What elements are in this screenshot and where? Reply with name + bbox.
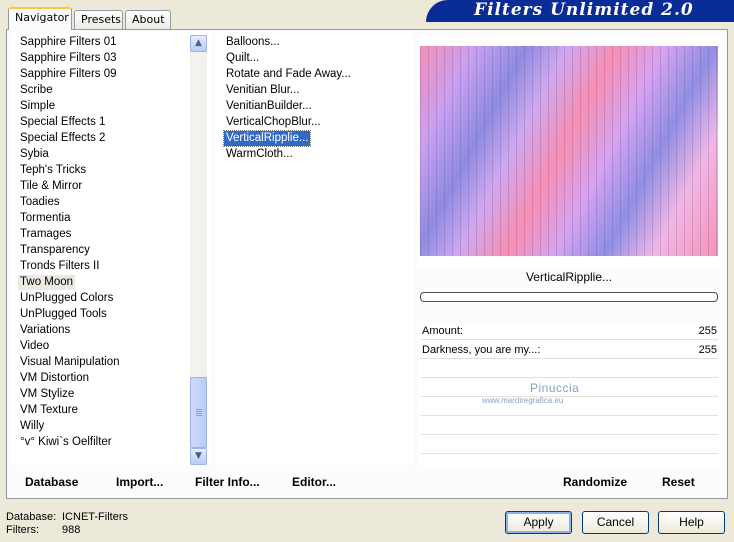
editor-button[interactable]: Editor... [292,475,336,489]
category-item[interactable]: Tramages [18,227,73,242]
scroll-up-button[interactable]: ▲ [190,35,207,52]
category-item[interactable]: Sapphire Filters 01 [18,35,119,50]
current-filter-name: VerticalRipplie... [525,270,613,284]
filters-label: Filters: [6,524,39,536]
parameter-row-empty [420,417,718,435]
tab-presets[interactable]: Presets [74,10,123,29]
filter-item[interactable]: VenitianBuilder... [224,99,314,114]
chevron-up-icon: ▲ [195,38,202,48]
category-item[interactable]: Sybia [18,147,51,162]
category-item[interactable]: Variations [18,323,72,338]
filter-info-button[interactable]: Filter Info... [195,475,260,489]
database-label: Database: [6,511,57,523]
category-item[interactable]: Special Effects 1 [18,115,107,130]
filters-count-info: Filters: 988 [6,524,80,536]
category-item-selected[interactable]: Two Moon [18,275,76,290]
parameter-row[interactable]: Amount: 255 [420,322,718,340]
filter-item[interactable]: Quilt... [224,51,261,66]
tab-about[interactable]: About [125,10,171,29]
category-item[interactable]: VM Distortion [18,371,91,386]
filter-item-selected[interactable]: VerticalRipplie... [222,130,312,147]
parameter-row-empty [420,398,718,416]
category-item[interactable]: Willy [18,419,46,434]
apply-button[interactable]: Apply [505,511,572,534]
chevron-down-icon: ▼ [195,451,202,461]
watermark-name: Pinuccia [530,381,580,395]
category-item[interactable]: UnPlugged Tools [18,307,109,322]
category-item[interactable]: Visual Manipulation [18,355,122,370]
tab-navigator[interactable]: Navigator [8,7,72,30]
category-item[interactable]: Sapphire Filters 03 [18,51,119,66]
category-item[interactable]: Scribe [18,83,55,98]
category-item[interactable]: Toadies [18,195,62,210]
database-button[interactable]: Database [25,475,78,489]
watermark-url: www.mardiregrafica.eu [482,396,564,405]
parameter-row-empty [420,360,718,378]
import-button[interactable]: Import... [116,475,163,489]
category-item[interactable]: Special Effects 2 [18,131,107,146]
parameter-value: 255 [698,344,717,356]
reset-button[interactable]: Reset [662,475,695,489]
filter-list[interactable]: Balloons... Quilt... Rotate and Fade Awa… [216,33,414,465]
parameter-label: Amount: [422,325,463,337]
database-value: ICNET-Filters [62,511,128,523]
scroll-down-button[interactable]: ▼ [190,448,207,465]
category-list[interactable]: Sapphire Filters 01 Sapphire Filters 03 … [10,33,210,465]
filter-item[interactable]: Rotate and Fade Away... [224,67,353,82]
category-item[interactable]: VM Texture [18,403,80,418]
cancel-button[interactable]: Cancel [582,511,649,534]
filter-item[interactable]: VerticalChopBlur... [224,115,323,130]
database-info: Database: ICNET-Filters [6,511,128,523]
filters-count: 988 [62,524,81,536]
filter-item[interactable]: WarmCloth... [224,147,295,162]
scroll-thumb[interactable] [190,377,207,448]
category-item[interactable]: Teph's Tricks [18,163,88,178]
help-button[interactable]: Help [658,511,725,534]
category-item[interactable]: °v° Kiwi`s Oelfilter [18,435,114,450]
category-item[interactable]: Tronds Filters II [18,259,101,274]
category-item[interactable]: Sapphire Filters 09 [18,67,119,82]
app-title-banner: Filters Unlimited 2.0 [426,0,734,22]
category-item[interactable]: UnPlugged Colors [18,291,115,306]
grip-icon [196,415,202,416]
category-item[interactable]: Tormentia [18,211,73,226]
parameter-label: Darkness, you are my...: [422,344,541,356]
parameter-row[interactable]: Darkness, you are my...: 255 [420,341,718,359]
app-title: Filters Unlimited 2.0 [474,0,694,20]
category-item[interactable]: Simple [18,99,57,114]
filter-item[interactable]: Venitian Blur... [224,83,302,98]
randomize-button[interactable]: Randomize [563,475,627,489]
filter-preview-image[interactable] [420,46,718,256]
grip-icon [196,411,202,412]
category-item[interactable]: Video [18,339,51,354]
grip-icon [196,413,202,414]
category-scrollbar[interactable]: ▲ ▼ [190,35,207,465]
grip-icon [196,409,202,410]
progress-bar [420,292,718,302]
parameter-value: 255 [698,325,717,337]
category-item[interactable]: Tile & Mirror [18,179,84,194]
category-item[interactable]: VM Stylize [18,387,76,402]
filter-item[interactable]: Balloons... [224,35,282,50]
parameter-row-empty [420,436,718,454]
category-item[interactable]: Transparency [18,243,92,258]
